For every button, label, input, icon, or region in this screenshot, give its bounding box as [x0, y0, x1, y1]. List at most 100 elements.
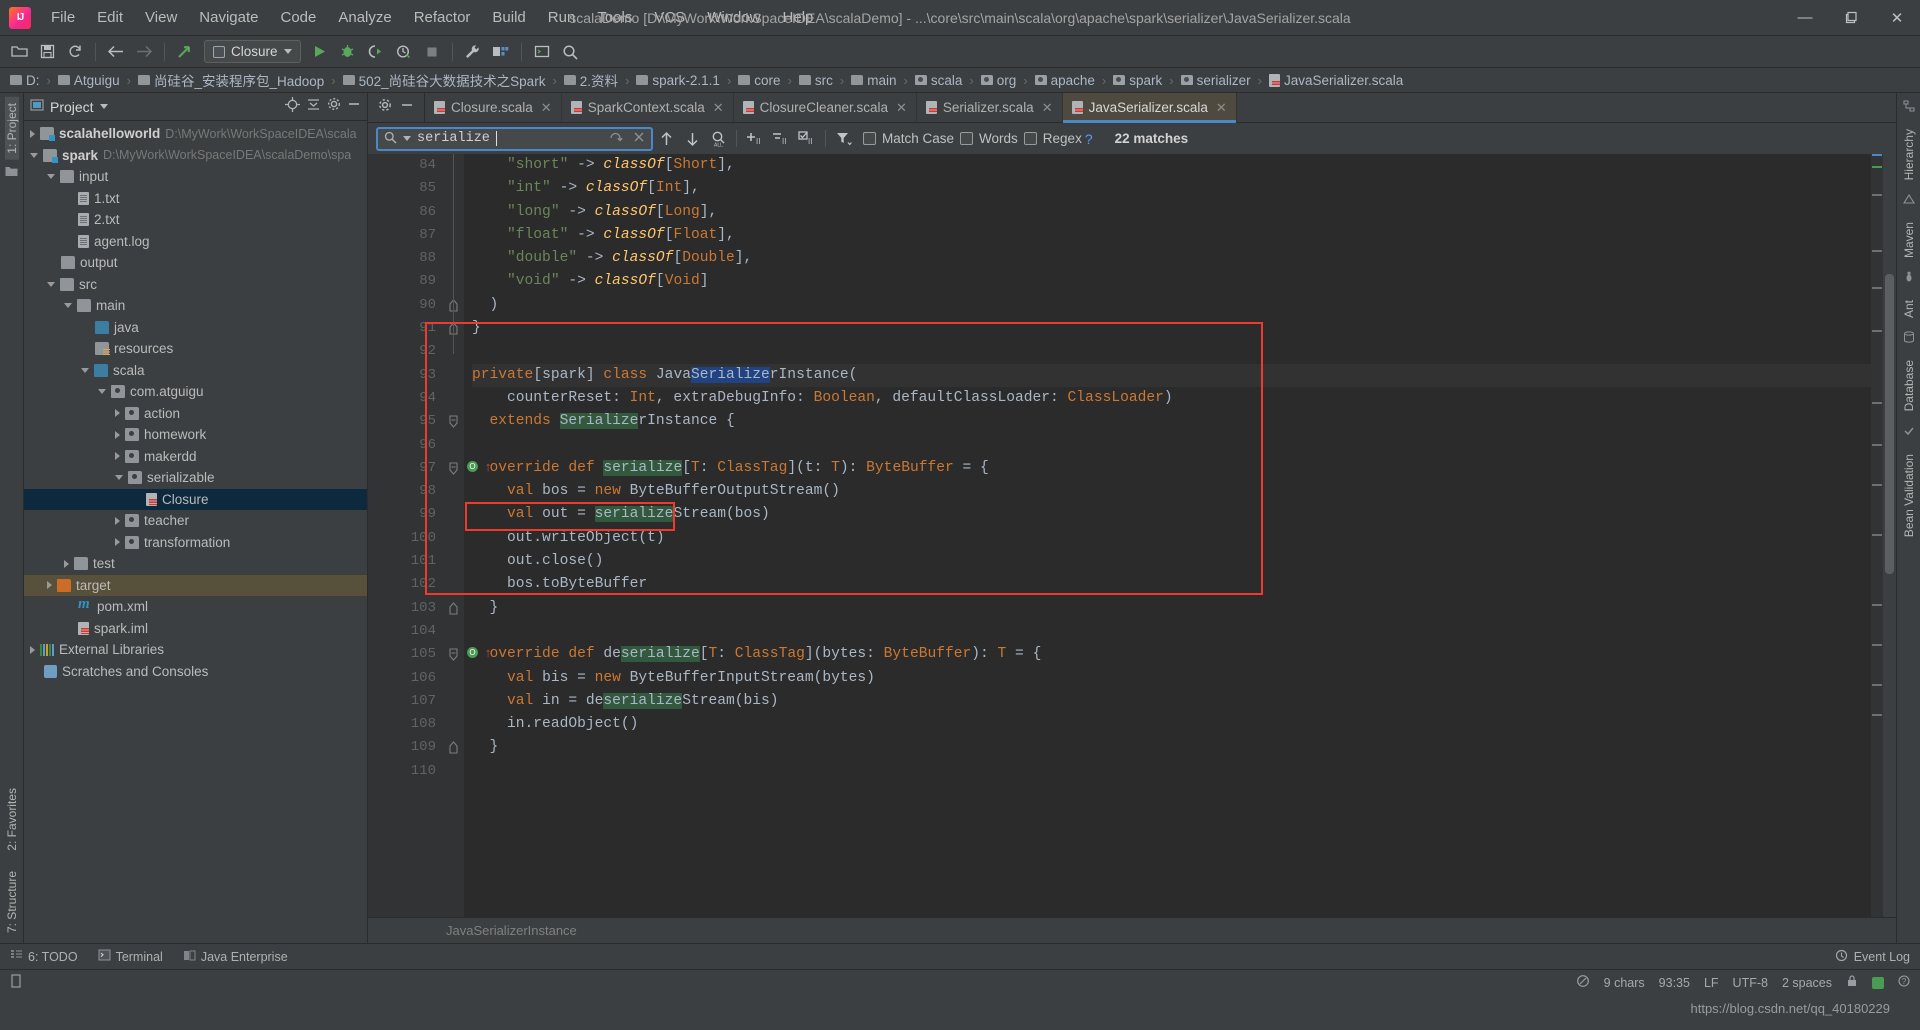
tree-item-agent-log[interactable]: agent.log	[24, 231, 367, 253]
code-line-109[interactable]: }	[472, 736, 1871, 759]
add-line-selection-icon[interactable]: II	[742, 127, 768, 151]
tree-item-scala[interactable]: scala	[24, 360, 367, 382]
chevron-down-icon[interactable]	[47, 174, 55, 180]
status-encoding[interactable]: UTF-8	[1733, 976, 1768, 990]
breadcrumb-item-8[interactable]: main	[849, 73, 898, 88]
words-checkbox[interactable]: Words	[960, 131, 1018, 146]
tree-item-target[interactable]: target	[24, 574, 367, 596]
close-icon[interactable]	[633, 131, 645, 146]
tree-item-teacher[interactable]: teacher	[24, 510, 367, 532]
menu-item-refactor[interactable]: Refactor	[403, 4, 482, 31]
code-content[interactable]: "short" -> classOf[Short], "int" -> clas…	[464, 154, 1871, 917]
fold-marker-109[interactable]	[444, 736, 464, 759]
stop-icon[interactable]	[419, 40, 445, 64]
code-line-107[interactable]: val in = deserializeStream(bis)	[472, 690, 1871, 713]
close-tab-icon[interactable]: ✕	[713, 100, 724, 116]
error-stripe-markers[interactable]	[1871, 154, 1883, 917]
tree-item-pom-xml[interactable]: pom.xml	[24, 596, 367, 618]
regex-checkbox[interactable]: Regex	[1023, 131, 1082, 146]
rail-item-favorites[interactable]: 2: Favorites	[5, 782, 19, 857]
update-project-icon[interactable]	[172, 40, 198, 64]
tree-item-src[interactable]: src	[24, 274, 367, 296]
breadcrumb-item-2[interactable]: 尚硅谷_安装程序包_Hadoop	[136, 70, 326, 90]
error-stripe-mark[interactable]	[1872, 684, 1882, 686]
code-line-110[interactable]	[472, 760, 1871, 783]
breadcrumb-item-3[interactable]: 502_尚硅谷大数据技术之Spark	[341, 70, 548, 90]
code-editor[interactable]: 84 85 86 87 88 89 90 91 92 93 94 95 96 O ↑ 97 98 99 100 101…	[368, 154, 1896, 917]
rail-item-project[interactable]: 1: Project	[4, 97, 19, 160]
code-line-105[interactable]: override def deserialize[T: ClassTag](by…	[472, 643, 1871, 666]
open-icon[interactable]	[6, 40, 32, 64]
menu-item-code[interactable]: Code	[269, 4, 327, 31]
search-history-chevron-icon[interactable]	[403, 136, 411, 141]
menu-item-edit[interactable]: Edit	[86, 4, 134, 31]
chevron-right-icon[interactable]	[115, 538, 120, 547]
code-line-103[interactable]: }	[472, 597, 1871, 620]
collapse-all-icon[interactable]	[306, 97, 321, 117]
find-input[interactable]: serialize	[376, 126, 653, 151]
tree-item-input[interactable]: input	[24, 166, 367, 188]
status-left-icon[interactable]	[10, 974, 22, 991]
chevron-down-icon[interactable]	[115, 475, 123, 481]
tree-item-transformation[interactable]: transformation	[24, 532, 367, 554]
menu-item-window[interactable]: Window	[696, 4, 771, 31]
tree-item-homework[interactable]: homework	[24, 424, 367, 446]
match-case-checkbox[interactable]: Match Case	[863, 131, 954, 146]
save-icon[interactable]	[34, 40, 60, 64]
search-everywhere-icon[interactable]	[557, 40, 583, 64]
error-stripe-mark[interactable]	[1872, 287, 1882, 289]
chevron-right-icon[interactable]	[30, 645, 35, 654]
project-structure-icon[interactable]	[488, 40, 514, 64]
chevron-down-icon[interactable]	[64, 303, 72, 309]
fold-marker-103[interactable]	[444, 597, 464, 620]
code-line-85[interactable]: "int" -> classOf[Int],	[472, 177, 1871, 200]
rail-item-ant[interactable]: Ant	[1902, 294, 1916, 324]
code-line-101[interactable]: out.close()	[472, 550, 1871, 573]
chevron-right-icon[interactable]	[115, 452, 120, 461]
forward-icon[interactable]	[131, 40, 157, 64]
chevron-down-icon[interactable]	[98, 389, 106, 395]
tree-item-output[interactable]: output	[24, 252, 367, 274]
error-stripe-mark[interactable]	[1872, 444, 1882, 446]
maximize-restore-button[interactable]	[1828, 0, 1874, 36]
rail-item-structure[interactable]: 7: Structure	[5, 865, 19, 939]
breadcrumb-item-12[interactable]: spark	[1111, 73, 1164, 88]
scrollbar-thumb[interactable]	[1885, 274, 1894, 574]
find-all-icon[interactable]: ALL	[705, 127, 731, 151]
error-stripe-mark[interactable]	[1872, 484, 1882, 486]
tree-item-com-atguigu[interactable]: com.atguigu	[24, 381, 367, 403]
breadcrumb-item-14[interactable]: JavaSerializer.scala	[1267, 73, 1405, 88]
debug-icon[interactable]	[335, 40, 361, 64]
remove-line-selection-icon[interactable]: II	[768, 127, 794, 151]
code-line-91[interactable]: }	[472, 317, 1871, 340]
tree-item-external-libraries[interactable]: External Libraries	[24, 639, 367, 661]
fold-marker-95[interactable]	[444, 410, 464, 433]
breadcrumb-item-6[interactable]: core	[736, 73, 782, 88]
settings-wrench-icon[interactable]	[460, 40, 486, 64]
error-stripe-mark[interactable]	[1872, 166, 1882, 168]
code-line-87[interactable]: "float" -> classOf[Float],	[472, 224, 1871, 247]
breadcrumb-item-0[interactable]: D:	[8, 73, 42, 88]
menu-item-view[interactable]: View	[134, 4, 188, 31]
memory-indicator[interactable]	[1872, 976, 1884, 989]
chevron-right-icon[interactable]	[115, 409, 120, 418]
locate-icon[interactable]	[285, 96, 300, 117]
tree-item-scratches-and-consoles[interactable]: Scratches and Consoles	[24, 661, 367, 683]
minimize-button[interactable]: —	[1782, 0, 1828, 36]
menu-item-tools[interactable]: Tools	[586, 4, 643, 31]
chevron-down-icon[interactable]	[81, 367, 89, 373]
code-line-94[interactable]: counterReset: Int, extraDebugInfo: Boole…	[472, 387, 1871, 410]
code-line-96[interactable]	[472, 434, 1871, 457]
fold-marker-90[interactable]	[444, 294, 464, 317]
chevron-right-icon[interactable]	[115, 516, 120, 525]
code-line-95[interactable]: extends SerializerInstance {	[472, 410, 1871, 433]
rail-item-maven[interactable]: Maven	[1902, 216, 1916, 264]
find-prev-icon[interactable]	[653, 127, 679, 151]
editor-tab-serializer-scala[interactable]: Serializer.scala ✕	[917, 93, 1063, 122]
help-icon[interactable]: ?	[1898, 975, 1910, 990]
reset-icon[interactable]	[609, 131, 623, 147]
toolwindow-java-enterprise[interactable]: Java Enterprise	[183, 949, 288, 964]
editor-tab-sparkcontext-scala[interactable]: SparkContext.scala ✕	[562, 93, 734, 122]
settings-gear-icon[interactable]	[378, 98, 392, 117]
breadcrumb-item-11[interactable]: apache	[1033, 73, 1097, 88]
